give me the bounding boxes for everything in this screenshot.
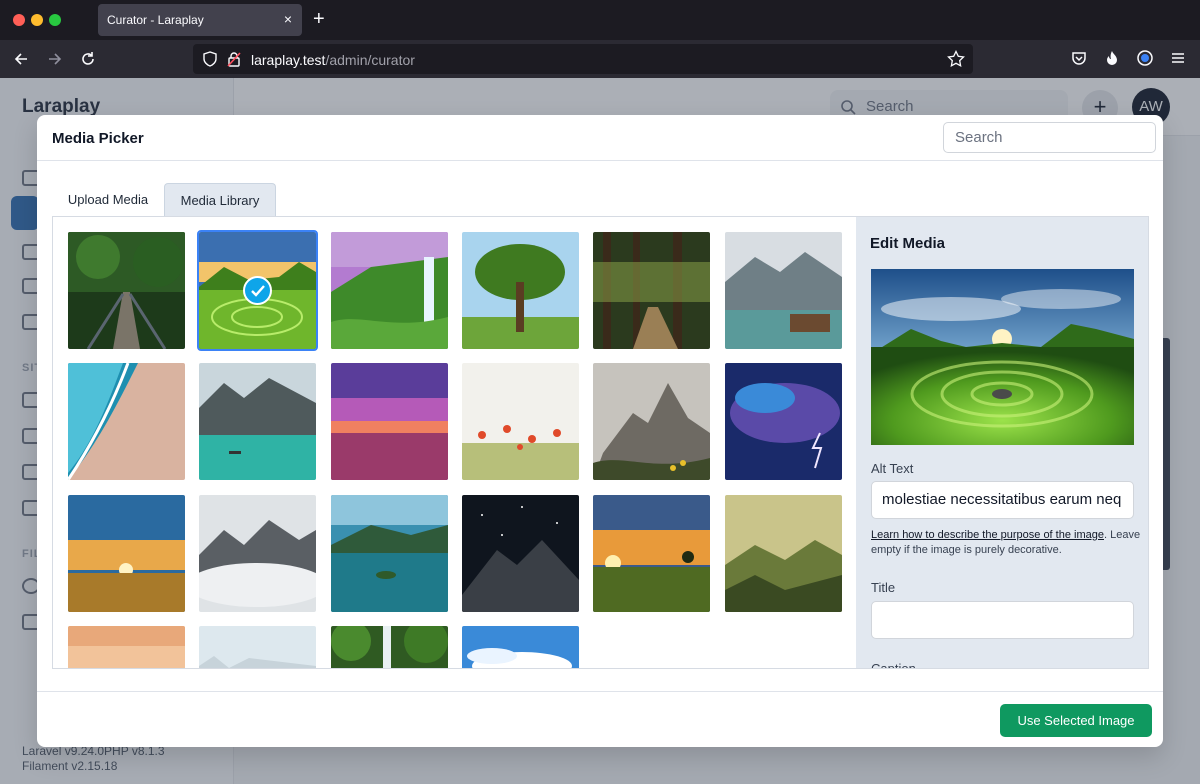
alt-text-input[interactable]: molestiae necessitatibus earum neq	[871, 481, 1134, 519]
media-thumbnail[interactable]	[593, 363, 710, 480]
media-thumbnail[interactable]	[462, 626, 579, 668]
modal-title: Media Picker	[52, 130, 144, 147]
media-thumbnail[interactable]	[199, 495, 316, 612]
thumbnail-image	[331, 626, 448, 668]
thumbnail-image	[462, 626, 579, 668]
forward-icon[interactable]	[47, 51, 63, 67]
media-thumbnail[interactable]	[462, 232, 579, 349]
title-label: Title	[871, 580, 896, 595]
maximize-window-button[interactable]	[49, 14, 61, 26]
thumbnail-image	[462, 232, 579, 349]
divider	[37, 691, 1163, 692]
flame-icon[interactable]	[1104, 50, 1120, 66]
alt-text-help-link[interactable]: Learn how to describe the purpose of the…	[871, 529, 1104, 541]
shield-icon[interactable]	[203, 51, 217, 67]
thumbnail-image	[331, 495, 448, 612]
media-thumbnail[interactable]	[725, 232, 842, 349]
thumbnail-image	[199, 363, 316, 480]
url-bar[interactable]: laraplay.test/admin/curator	[193, 44, 973, 74]
media-thumbnail[interactable]	[68, 495, 185, 612]
back-icon[interactable]	[13, 51, 29, 67]
thumbnail-image	[462, 363, 579, 480]
preview-image	[871, 269, 1134, 445]
thumbnail-image	[593, 232, 710, 349]
browser-tab-bar: Curator - Laraplay × +	[0, 0, 1200, 40]
media-thumbnail[interactable]	[331, 626, 448, 668]
url-path: /admin/curator	[325, 52, 415, 68]
browser-tab[interactable]: Curator - Laraplay ×	[98, 4, 302, 36]
thumbnail-image	[199, 626, 316, 668]
alt-text-label: Alt Text	[871, 461, 914, 476]
url-text: laraplay.test/admin/curator	[251, 52, 415, 68]
use-selected-image-button[interactable]: Use Selected Image	[1000, 704, 1152, 737]
media-thumbnail[interactable]	[725, 495, 842, 612]
lock-icon[interactable]	[227, 51, 241, 67]
media-thumbnail[interactable]	[68, 626, 185, 668]
thumbnail-image	[331, 232, 448, 349]
account-icon[interactable]	[1137, 50, 1153, 66]
modal-search-input[interactable]	[943, 122, 1156, 153]
media-thumbnail[interactable]	[68, 232, 185, 349]
media-library-panel: Edit Media Alt Text molestiae necessitat…	[52, 216, 1149, 669]
pocket-icon[interactable]	[1071, 50, 1087, 66]
media-thumbnail[interactable]	[199, 626, 316, 668]
reload-icon[interactable]	[80, 51, 96, 67]
caption-label: Caption	[871, 661, 916, 669]
edit-media-panel: Edit Media Alt Text molestiae necessitat…	[856, 217, 1148, 669]
thumbnail-image	[68, 363, 185, 480]
star-icon[interactable]	[947, 50, 965, 68]
media-thumbnail[interactable]	[593, 495, 710, 612]
thumbnail-image	[68, 495, 185, 612]
alt-text-help: Learn how to describe the purpose of the…	[871, 528, 1141, 558]
thumbnail-image	[725, 232, 842, 349]
media-thumbnail[interactable]	[199, 363, 316, 480]
thumbnail-image	[199, 495, 316, 612]
media-thumbnail[interactable]	[68, 363, 185, 480]
browser-tab-title: Curator - Laraplay	[107, 13, 204, 27]
selected-check-icon	[243, 276, 272, 305]
minimize-window-button[interactable]	[31, 14, 43, 26]
thumbnail-image	[68, 626, 185, 668]
thumbnail-image	[593, 495, 710, 612]
thumbnail-image	[593, 363, 710, 480]
media-thumbnail[interactable]	[462, 363, 579, 480]
tab-upload-media[interactable]: Upload Media	[52, 183, 164, 216]
thumbnail-image	[725, 495, 842, 612]
tab-media-library[interactable]: Media Library	[164, 183, 276, 216]
edit-media-preview	[871, 269, 1134, 445]
new-tab-button[interactable]: +	[313, 8, 325, 30]
thumbnail-image	[331, 363, 448, 480]
close-window-button[interactable]	[13, 14, 25, 26]
media-thumbnail[interactable]	[462, 495, 579, 612]
browser-nav-bar: laraplay.test/admin/curator	[0, 40, 1200, 78]
thumbnail-image	[68, 232, 185, 349]
thumbnail-image	[462, 495, 579, 612]
url-host: laraplay.test	[251, 52, 326, 68]
menu-icon[interactable]	[1170, 50, 1186, 66]
media-thumbnail[interactable]	[197, 230, 318, 351]
media-thumbnail[interactable]	[331, 363, 448, 480]
media-thumbnail[interactable]	[331, 495, 448, 612]
thumbnail-image	[725, 363, 842, 480]
edit-media-title: Edit Media	[870, 235, 946, 252]
media-grid	[53, 217, 856, 668]
tab-close-icon[interactable]: ×	[284, 11, 292, 27]
title-input[interactable]	[871, 601, 1134, 639]
media-picker-modal: Media Picker Upload Media Media Library …	[37, 115, 1163, 747]
divider	[37, 160, 1163, 161]
media-thumbnail[interactable]	[725, 363, 842, 480]
media-thumbnail[interactable]	[593, 232, 710, 349]
media-thumbnail[interactable]	[331, 232, 448, 349]
